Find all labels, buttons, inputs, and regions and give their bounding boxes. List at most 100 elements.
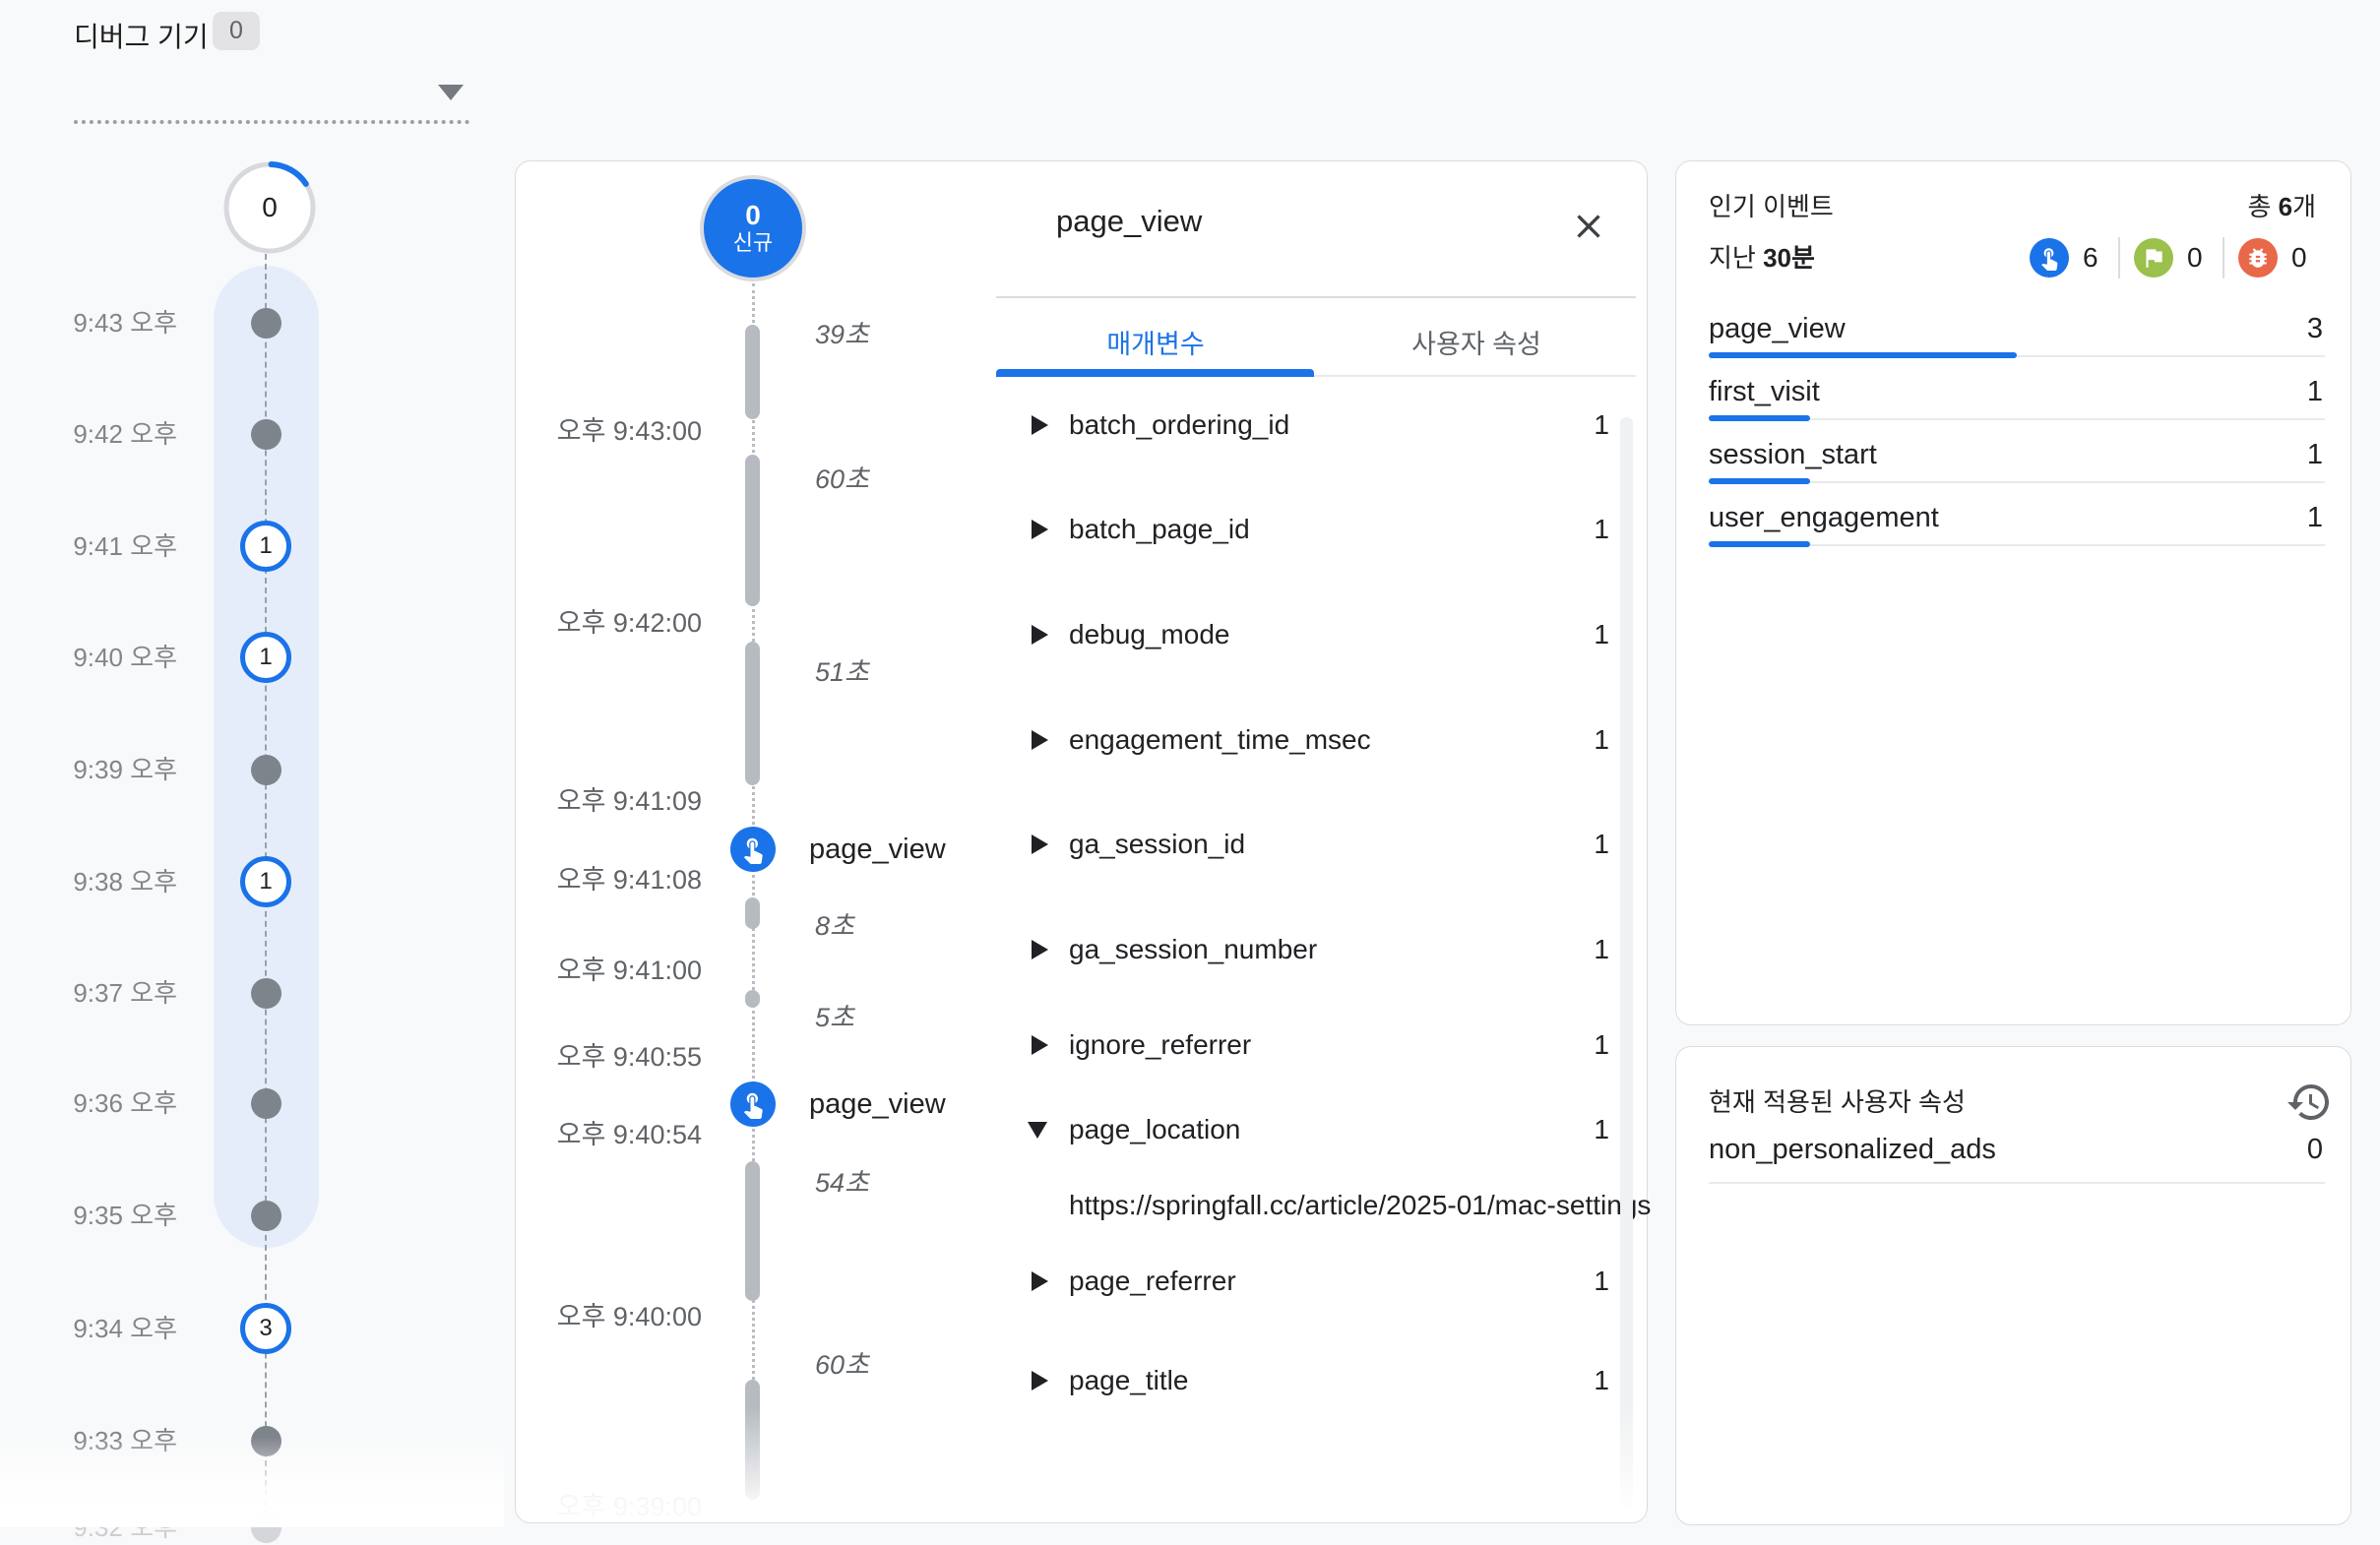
event-bar-fill	[1709, 352, 2017, 358]
parameter-name[interactable]: ignore_referrer	[1069, 1026, 1251, 1064]
tab-user-properties[interactable]: 사용자 속성	[1317, 321, 1636, 368]
parameter-name[interactable]: page_referrer	[1069, 1263, 1236, 1300]
counter-value: 0	[2187, 242, 2209, 274]
event-timestamp: 오후 9:40:55	[515, 1039, 702, 1075]
bug-icon	[2238, 238, 2278, 278]
event-bar-fill	[1709, 541, 1810, 547]
expand-arrow-icon[interactable]	[1032, 940, 1048, 959]
event-detail-title: page_view	[1056, 204, 1202, 239]
active-tab-underline	[996, 369, 1314, 377]
timeline-hour-dot[interactable]	[251, 308, 282, 339]
current-minute-count: 0	[220, 158, 319, 257]
event-timestamp: 오후 9:43:00	[515, 413, 702, 449]
flag-icon	[2134, 238, 2173, 278]
event-bar-fill	[1709, 478, 1810, 484]
timeline-hour-dot[interactable]	[251, 755, 282, 785]
top-event-count: 1	[2165, 435, 2323, 474]
collapse-arrow-icon[interactable]	[1028, 1122, 1047, 1139]
top-event-count: 1	[2165, 498, 2323, 537]
new-events-count: 0	[745, 201, 761, 230]
history-icon[interactable]	[2286, 1079, 2333, 1126]
top-event-name[interactable]: first_visit	[1709, 372, 1820, 411]
debug-device-label: 디버그 기기	[74, 16, 209, 55]
event-name-label[interactable]: page_view	[809, 1084, 946, 1124]
event-timestamp: 오후 9:41:09	[515, 783, 702, 819]
timeline-hour-badge[interactable]: 3	[240, 1303, 291, 1354]
event-timestamp: 오후 9:41:08	[515, 862, 702, 897]
touch-icon	[2030, 238, 2069, 278]
timeline-hour-dot[interactable]	[251, 1088, 282, 1119]
parameter-name[interactable]: ga_session_id	[1069, 826, 1245, 863]
user-property-divider	[1709, 1182, 2325, 1184]
new-events-badge: 0 신규	[704, 179, 802, 278]
user-properties-title: 현재 적용된 사용자 속성	[1709, 1084, 1966, 1120]
left-timeline-fade	[0, 1437, 504, 1527]
user-property-name: non_personalized_ads	[1709, 1130, 1996, 1169]
engagement-duration-label: 51초	[815, 654, 869, 690]
timeline-hour-dot[interactable]	[251, 419, 282, 450]
timeline-hour-label: 9:41 오후	[30, 529, 177, 563]
device-selector-dropdown[interactable]	[74, 59, 470, 124]
expand-arrow-icon[interactable]	[1032, 520, 1048, 539]
event-stream-fade	[516, 1407, 1644, 1520]
parameter-detail-value: https://springfall.cc/article/2025-01/ma…	[1069, 1187, 1651, 1224]
parameter-name[interactable]: debug_mode	[1069, 616, 1229, 653]
top-event-name[interactable]: page_view	[1709, 309, 1846, 348]
engagement-capsule	[745, 325, 760, 419]
expand-arrow-icon[interactable]	[1032, 834, 1048, 854]
event-marker[interactable]	[730, 827, 776, 872]
user-property-value: 0	[2165, 1130, 2323, 1169]
parameter-name[interactable]: engagement_time_msec	[1069, 721, 1371, 759]
parameter-name[interactable]: page_location	[1069, 1111, 1240, 1148]
tab-parameters[interactable]: 매개변수	[996, 321, 1315, 368]
timeline-hour-badge[interactable]: 1	[240, 856, 291, 907]
top-event-name[interactable]: session_start	[1709, 435, 1877, 474]
parameter-value: 1	[1427, 406, 1609, 444]
expand-arrow-icon[interactable]	[1032, 415, 1048, 435]
chevron-down-icon	[438, 85, 464, 100]
parameter-value: 1	[1427, 931, 1609, 968]
parameter-name[interactable]: ga_session_number	[1069, 931, 1317, 968]
timeline-hour-label: 9:43 오후	[30, 306, 177, 340]
engagement-capsule	[745, 1161, 760, 1301]
expand-arrow-icon[interactable]	[1032, 730, 1048, 750]
top-events-card	[1675, 160, 2351, 1025]
parameter-value: 1	[1427, 1026, 1609, 1064]
timeline-hour-label: 9:34 오후	[30, 1312, 177, 1345]
event-timestamp: 오후 9:40:00	[515, 1299, 702, 1334]
timeline-hour-label: 9:36 오후	[30, 1086, 177, 1120]
event-name-label[interactable]: page_view	[809, 830, 946, 869]
debug-device-count-badge: 0	[213, 12, 260, 50]
expand-arrow-icon[interactable]	[1032, 1371, 1048, 1390]
engagement-duration-label: 54초	[815, 1165, 869, 1201]
touch-icon	[738, 1089, 768, 1119]
parameter-name[interactable]: batch_page_id	[1069, 511, 1250, 548]
timeline-hour-badge[interactable]: 1	[240, 632, 291, 683]
parameter-value: 1	[1427, 1263, 1609, 1300]
timeline-hour-label: 9:40 오후	[30, 641, 177, 674]
timeline-hour-badge[interactable]: 1	[240, 521, 291, 572]
expand-arrow-icon[interactable]	[1032, 625, 1048, 645]
parameter-value: 1	[1427, 1111, 1609, 1148]
counter-value: 6	[2083, 242, 2104, 274]
parameter-value: 1	[1427, 511, 1609, 548]
event-bar-fill	[1709, 415, 1810, 421]
timeline-hour-dot[interactable]	[251, 978, 282, 1009]
close-icon[interactable]	[1569, 207, 1608, 246]
parameter-name[interactable]: batch_ordering_id	[1069, 406, 1289, 444]
timeline-hour-label: 9:38 오후	[30, 865, 177, 898]
parameter-value: 1	[1427, 721, 1609, 759]
parameter-name[interactable]: page_title	[1069, 1362, 1188, 1399]
engagement-duration-label: 60초	[815, 1347, 869, 1383]
top-event-name[interactable]: user_engagement	[1709, 498, 1939, 537]
current-minute-progress: 0	[220, 158, 319, 257]
event-type-counters: 600	[2030, 236, 2313, 279]
timeline-hour-dot[interactable]	[251, 1201, 282, 1231]
expand-arrow-icon[interactable]	[1032, 1035, 1048, 1055]
event-timestamp: 오후 9:41:00	[515, 953, 702, 988]
event-marker[interactable]	[730, 1082, 776, 1127]
total-events-label: 총 6개	[2067, 189, 2316, 224]
parameters-scrollbar[interactable]	[1620, 417, 1633, 1508]
expand-arrow-icon[interactable]	[1032, 1271, 1048, 1291]
event-timestamp: 오후 9:42:00	[515, 605, 702, 641]
